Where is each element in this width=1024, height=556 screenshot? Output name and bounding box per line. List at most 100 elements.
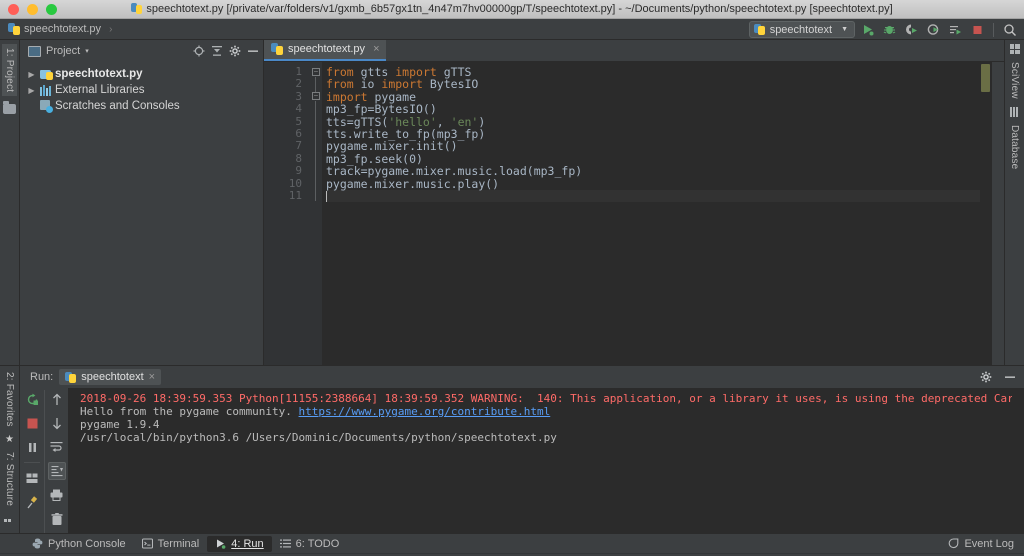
code-token: BytesIO — [429, 77, 479, 92]
console-link[interactable]: https://www.pygame.org/contribute.html — [299, 405, 551, 418]
close-icon[interactable]: × — [149, 371, 155, 383]
editor-marker-strip[interactable] — [992, 62, 1004, 365]
run-panel-main: Run: speechtotext × 2018-09-26 18:39:59.… — [20, 366, 1024, 533]
fold-region-icon[interactable]: – — [312, 68, 320, 76]
python-package-icon — [40, 68, 53, 80]
locate-icon[interactable] — [193, 45, 205, 57]
breadcrumb[interactable]: speechtotext.py › — [8, 23, 112, 35]
console-line: pygame 1.9.4 — [80, 418, 1012, 431]
sidebar-item-sciview[interactable]: SciView — [1007, 58, 1022, 103]
fold-line — [315, 77, 316, 93]
scrollbar-thumb[interactable] — [981, 64, 990, 92]
project-tool-window: Project ▾ ▶ speechtotext.py ▶ External L… — [20, 40, 264, 365]
terminal-icon — [141, 538, 153, 549]
toolbar-divider — [24, 462, 40, 463]
main-toolbar: speechtotext.py › speechtotext ▼ — [0, 19, 1024, 40]
settings-gear-icon[interactable] — [980, 371, 992, 383]
run-icon — [215, 538, 226, 549]
expand-arrow-icon[interactable]: ▶ — [26, 70, 37, 79]
editor-tab-speechtotext[interactable]: speechtotext.py × — [264, 39, 386, 61]
close-icon[interactable]: × — [373, 43, 379, 55]
project-panel-title: Project — [46, 45, 81, 57]
stop-icon[interactable] — [23, 414, 41, 432]
console-text: /usr/local/bin/python3.6 /Users/Dominic/… — [80, 431, 557, 444]
tree-item-speechtotext[interactable]: ▶ speechtotext.py — [20, 66, 263, 82]
code-token: pygame.mixer.music.play() — [326, 176, 500, 191]
tool-window-python-console[interactable]: Python Console — [24, 536, 134, 552]
code-text[interactable]: from gtts import gTTS from io import Byte… — [322, 62, 980, 365]
run-tab-label: speechtotext — [81, 371, 144, 383]
run-tab-speechtotext[interactable]: speechtotext × — [59, 369, 162, 385]
settings-gear-icon[interactable] — [229, 45, 241, 57]
pause-icon[interactable] — [23, 438, 41, 456]
line-number: 8 — [295, 151, 302, 165]
run-panel-body: 2018-09-26 18:39:59.353 Python[11155:238… — [20, 388, 1024, 533]
tree-item-label: speechtotext.py — [55, 68, 143, 80]
chevron-down-icon[interactable]: ▾ — [85, 47, 89, 55]
library-icon — [40, 84, 52, 96]
tool-window-run[interactable]: 4: Run — [207, 535, 272, 552]
scratches-icon — [40, 100, 53, 113]
tool-window-todo[interactable]: 6: TODO — [272, 536, 348, 552]
console-text: Hello from the pygame community. — [80, 405, 299, 418]
run-button[interactable] — [857, 20, 877, 39]
up-arrow-icon[interactable] — [48, 390, 66, 408]
sidebar-item-structure[interactable]: 7: Structure — [2, 448, 17, 510]
console-vertical-scrollbar[interactable] — [1012, 388, 1024, 533]
editor-vertical-scrollbar[interactable] — [980, 62, 992, 365]
print-icon[interactable] — [48, 486, 66, 504]
console-horizontal-scrollbar[interactable] — [68, 524, 1012, 531]
project-view-icon — [28, 45, 41, 57]
soft-wrap-icon[interactable] — [48, 438, 66, 456]
search-everywhere-button[interactable] — [1000, 20, 1020, 39]
toolbar-divider — [993, 22, 994, 37]
sidebar-item-project[interactable]: 1: Project — [2, 44, 17, 97]
hide-panel-icon[interactable] — [247, 45, 259, 57]
code-line: pygame.mixer.init() — [326, 140, 980, 152]
trash-icon[interactable] — [48, 510, 66, 528]
run-with-coverage-button[interactable] — [901, 20, 921, 39]
text-caret — [326, 190, 327, 202]
debug-button[interactable] — [879, 20, 899, 39]
line-number-gutter: 1 2 3 4 5 6 7 8 9 10 11 — [264, 62, 310, 365]
run-tool-window: 2: Favorites ★ 7: Structure Run: speecht… — [0, 365, 1024, 533]
expand-arrow-icon[interactable]: ▶ — [26, 86, 37, 95]
console-line: Hello from the pygame community. https:/… — [80, 405, 1012, 418]
tree-item-scratches-and-consoles[interactable]: Scratches and Consoles — [20, 98, 263, 114]
layout-icon[interactable] — [23, 469, 41, 487]
toolbar-actions: speechtotext ▼ — [748, 19, 1020, 40]
pin-icon[interactable] — [23, 493, 41, 511]
run-configuration-selector[interactable]: speechtotext ▼ — [748, 21, 855, 38]
rerun-icon[interactable] — [23, 390, 41, 408]
project-panel-header: Project ▾ — [20, 40, 263, 62]
scroll-to-end-icon[interactable] — [47, 462, 66, 480]
bottom-tool-window-bar: Python Console Terminal 4: Run 6: TODO E… — [0, 533, 1024, 553]
event-log-button[interactable]: Event Log — [948, 538, 1014, 550]
tree-item-external-libraries[interactable]: ▶ External Libraries — [20, 82, 263, 98]
console-text: pygame 1.9.4 — [80, 418, 160, 431]
run-configuration-label: speechtotext — [769, 23, 833, 36]
run-to-console-button[interactable] — [945, 20, 965, 39]
sidebar-item-database[interactable]: Database — [1007, 121, 1022, 173]
stop-button[interactable] — [967, 20, 987, 39]
editor-tab-label: speechtotext.py — [288, 43, 366, 55]
tool-window-terminal[interactable]: Terminal — [134, 536, 208, 552]
python-file-icon — [271, 43, 283, 55]
down-arrow-icon[interactable] — [48, 414, 66, 432]
run-panel-toolbar — [20, 388, 68, 533]
todo-icon — [279, 538, 291, 549]
code-editor[interactable]: 1 2 3 4 5 6 7 8 9 10 11 – – from gtts im… — [264, 62, 1004, 365]
sidebar-item-favorites[interactable]: 2: Favorites — [2, 368, 17, 431]
profile-button[interactable] — [923, 20, 943, 39]
tool-window-label: Terminal — [157, 537, 200, 550]
collapse-all-icon[interactable] — [211, 45, 223, 57]
folder-icon[interactable] — [3, 101, 16, 115]
fold-region-icon[interactable]: – — [312, 92, 320, 100]
tool-window-label: Python Console — [48, 537, 126, 550]
code-folding-strip[interactable]: – – — [310, 62, 322, 365]
line-number: 4 — [295, 102, 302, 116]
python-file-icon — [131, 3, 143, 14]
tree-item-label: External Libraries — [55, 84, 145, 96]
run-console-output[interactable]: 2018-09-26 18:39:59.353 Python[11155:238… — [68, 388, 1012, 533]
hide-panel-icon[interactable] — [1004, 371, 1016, 383]
